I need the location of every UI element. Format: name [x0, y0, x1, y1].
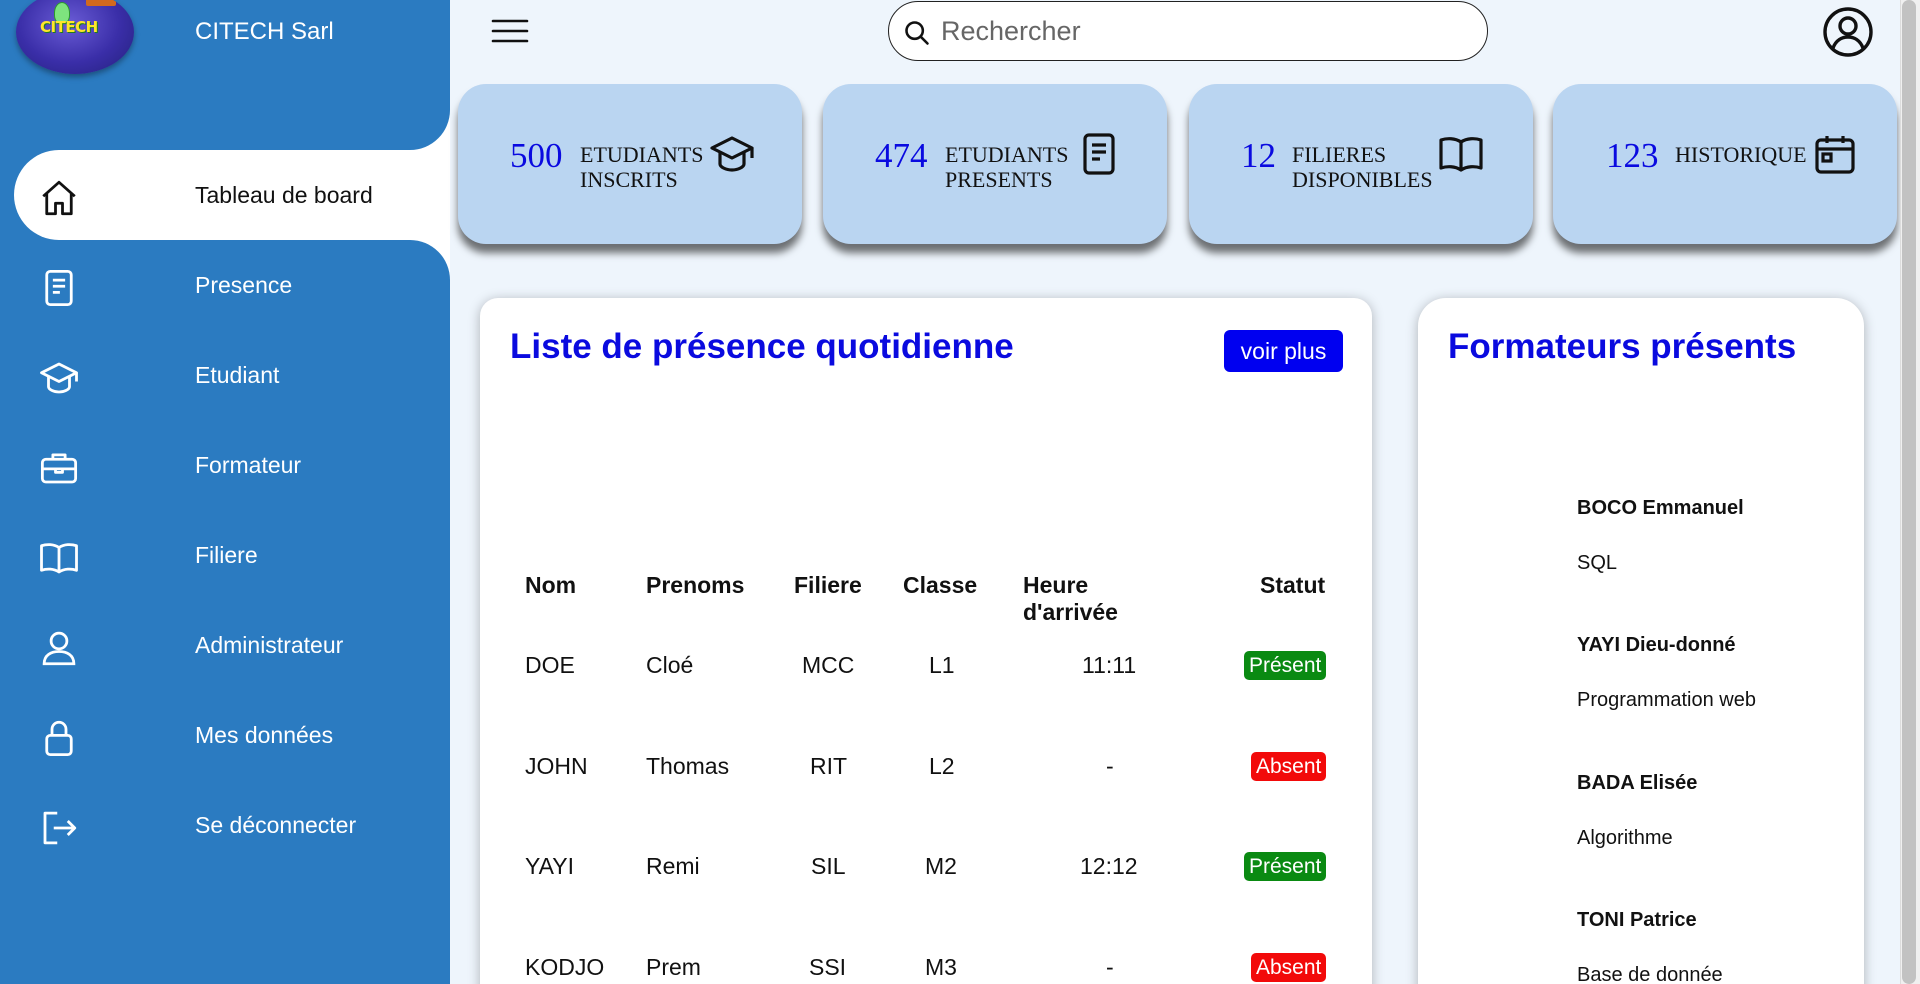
stat-label: HISTORIQUE: [1675, 142, 1807, 167]
sidebar-item-label: Presence: [195, 272, 293, 298]
document-icon: [1083, 133, 1115, 175]
sidebar-item-label: Etudiant: [195, 362, 280, 388]
trainer-name: BADA Elisée: [1577, 772, 1698, 794]
sidebar-item-label: Se déconnecter: [195, 812, 357, 838]
cell-heure: -: [1106, 954, 1114, 980]
sidebar-item-label: Administrateur: [195, 632, 344, 658]
cell-classe: M3: [925, 954, 957, 980]
calendar-icon: [1815, 136, 1855, 174]
active-curve-top: [410, 110, 450, 150]
cell-prenoms: Thomas: [646, 753, 730, 779]
sidebar-item-se-deconnecter[interactable]: Se déconnecter: [0, 780, 450, 870]
user-circle-icon: [1823, 7, 1873, 57]
cell-filiere: RIT: [810, 753, 848, 779]
sidebar-nav: Tableau de board Presence Etudiant Forma…: [0, 150, 450, 870]
column-header-statut: Statut: [1260, 572, 1326, 598]
graduation-cap-icon: [710, 136, 754, 172]
cell-heure: 11:11: [1082, 652, 1137, 678]
attendance-title: Liste de présence quotidienne: [510, 327, 1014, 366]
stat-label: ETUDIANTS INSCRITS: [580, 142, 704, 192]
document-icon: [45, 269, 73, 307]
cell-classe: L2: [929, 753, 955, 779]
cell-filiere: SIL: [811, 853, 846, 879]
stat-value: 474: [875, 136, 928, 175]
home-icon: [42, 180, 76, 216]
stat-card-etudiants-inscrits[interactable]: 500 ETUDIANTS INSCRITS: [458, 84, 802, 244]
trainer-subject: Programmation web: [1577, 689, 1756, 711]
brand-logo[interactable]: CITECH: [16, 0, 134, 74]
trainers-title: Formateurs présents: [1448, 327, 1797, 366]
page-scrollbar-thumb[interactable]: [1902, 0, 1916, 984]
stat-value: 12: [1241, 136, 1276, 175]
stat-card-etudiants-presents[interactable]: 474 ETUDIANTS PRESENTS: [823, 84, 1167, 244]
column-header-nom: Nom: [525, 572, 577, 598]
cell-nom: KODJO: [525, 954, 605, 980]
user-profile-button[interactable]: [1822, 6, 1874, 58]
trainer-name: BOCO Emmanuel: [1577, 497, 1744, 519]
cell-prenoms: Cloé: [646, 652, 694, 678]
voir-plus-button[interactable]: voir plus: [1224, 330, 1343, 372]
brand-name: CITECH Sarl: [195, 18, 334, 45]
briefcase-icon: [40, 453, 78, 484]
cell-heure: -: [1106, 753, 1114, 779]
trainer-subject: Base de donnée: [1577, 964, 1723, 984]
search-input[interactable]: [941, 10, 1471, 52]
cell-classe: M2: [925, 853, 957, 879]
sidebar-item-etudiant[interactable]: Etudiant: [0, 330, 450, 420]
status-badge-present: Présent: [1244, 852, 1327, 881]
sidebar: CITECH CITECH Sarl Tableau de board Pres…: [0, 0, 450, 984]
sidebar-item-label: Tableau de board: [195, 182, 373, 208]
stat-value: 123: [1606, 136, 1659, 175]
trainer-subject: SQL: [1577, 552, 1618, 574]
sidebar-item-mes-donnees[interactable]: Mes données: [0, 690, 450, 780]
column-header-heure: Heure d'arrivée: [1023, 572, 1118, 625]
book-icon: [1439, 137, 1483, 172]
cell-nom: JOHN: [525, 753, 588, 779]
trainer-name: YAYI Dieu-donné: [1577, 634, 1736, 656]
stat-value: 500: [510, 136, 563, 175]
logout-icon: [43, 811, 77, 845]
trainer-subject: Algorithme: [1577, 827, 1673, 849]
stat-label: FILIERES DISPONIBLES: [1292, 142, 1433, 192]
column-header-classe: Classe: [903, 572, 978, 598]
cell-filiere: SSI: [809, 954, 847, 980]
cell-nom: DOE: [525, 652, 575, 678]
status-badge-absent: Absent: [1251, 953, 1327, 982]
trainer-name: TONI Patrice: [1577, 909, 1697, 931]
lock-icon: [45, 720, 73, 757]
graduation-cap-icon: [40, 362, 78, 394]
logo-chip-icon: [86, 0, 116, 6]
column-header-filiere: Filiere: [794, 572, 862, 598]
cell-heure: 12:12: [1080, 853, 1138, 879]
search-bar: [888, 1, 1488, 61]
hamburger-icon: [491, 19, 529, 43]
column-header-prenoms: Prenoms: [646, 572, 745, 598]
cell-filiere: MCC: [802, 652, 855, 678]
cell-prenoms: Remi: [646, 853, 700, 879]
attendance-panel: [480, 298, 1372, 984]
cell-classe: L1: [929, 652, 955, 678]
brand: CITECH CITECH Sarl: [0, 0, 450, 75]
stat-card-historique[interactable]: 123 HISTORIQUE: [1553, 84, 1897, 244]
sidebar-item-formateur[interactable]: Formateur: [0, 420, 450, 510]
stat-label: ETUDIANTS PRESENTS: [945, 142, 1069, 192]
search-icon: [905, 21, 929, 45]
sidebar-item-tableau-de-board[interactable]: Tableau de board: [14, 150, 450, 240]
sidebar-item-label: Formateur: [195, 452, 302, 478]
sidebar-item-filiere[interactable]: Filiere: [0, 510, 450, 600]
sidebar-item-presence[interactable]: Presence: [0, 240, 450, 330]
sidebar-item-administrateur[interactable]: Administrateur: [0, 600, 450, 690]
cell-prenoms: Prem: [646, 954, 701, 980]
user-icon: [42, 631, 76, 666]
sidebar-item-label: Mes données: [195, 722, 334, 748]
cell-nom: YAYI: [525, 853, 574, 879]
stat-card-filieres-disponibles[interactable]: 12 FILIERES DISPONIBLES: [1189, 84, 1533, 244]
status-badge-absent: Absent: [1251, 752, 1327, 781]
sidebar-item-label: Filiere: [195, 542, 258, 568]
book-icon: [40, 543, 78, 574]
menu-toggle-button[interactable]: [490, 14, 530, 48]
logo-text: CITECH: [40, 18, 98, 36]
status-badge-present: Présent: [1244, 651, 1327, 680]
